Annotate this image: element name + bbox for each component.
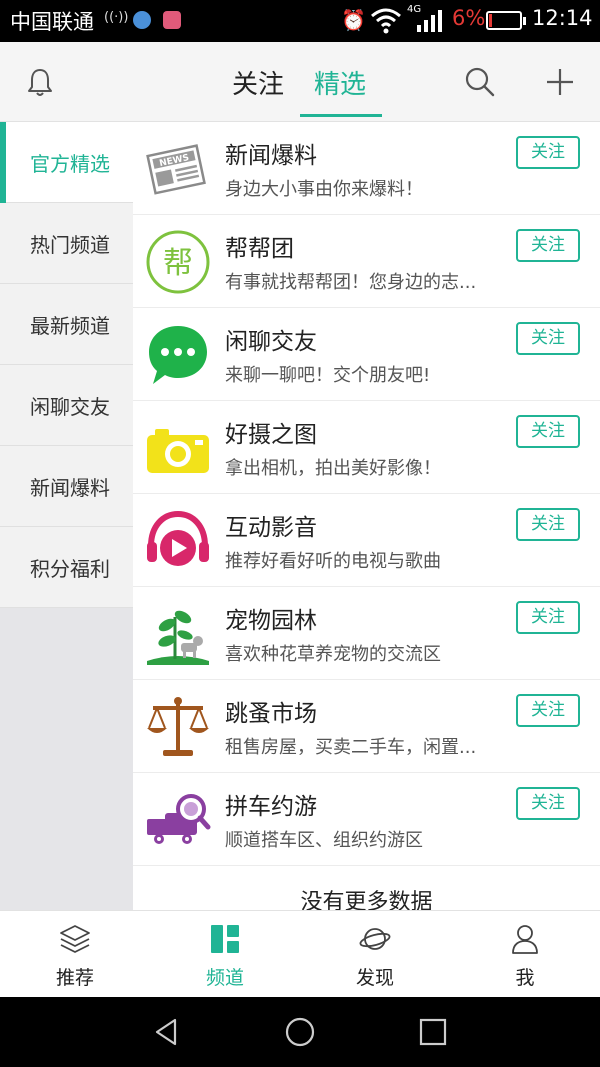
sidebar-item-label: 闲聊交友	[30, 395, 110, 419]
battery-icon	[486, 11, 526, 30]
app-notification-icon	[133, 11, 151, 29]
channel-description: 租售房屋，买卖二手车，闲置...	[225, 737, 477, 758]
list-item[interactable]: 拼车约游 顺道搭车区、组织约游区 关注	[133, 773, 600, 866]
nav-label: 我	[515, 967, 535, 989]
sidebar-item-label: 热门频道	[30, 233, 110, 257]
list-item[interactable]: 互动影音 推荐好看好听的电视与歌曲 关注	[133, 494, 600, 587]
nav-recommend[interactable]: 推荐	[0, 911, 150, 998]
list-item[interactable]: 好摄之图 拿出相机，拍出美好影像！ 关注	[133, 401, 600, 494]
layers-icon	[60, 925, 90, 953]
clock: 12:14	[532, 6, 593, 30]
list-end-message: 没有更多数据	[300, 890, 433, 910]
channel-title: 好摄之图	[225, 422, 317, 448]
channel-title: 闲聊交友	[225, 329, 317, 355]
bell-icon[interactable]	[24, 66, 56, 98]
channel-description: 推荐好看好听的电视与歌曲	[225, 551, 441, 572]
help-group-icon: 帮	[146, 230, 210, 294]
camera-icon	[147, 429, 209, 473]
list-item[interactable]: 帮 帮帮团 有事就找帮帮团！您身边的志... 关注	[133, 215, 600, 308]
truck-search-icon	[147, 794, 211, 844]
follow-button[interactable]: 关注	[516, 322, 580, 355]
alarm-icon: ⏰	[341, 8, 366, 32]
list-item[interactable]: 宠物园林 喜欢种花草养宠物的交流区 关注	[133, 587, 600, 680]
category-sidebar: 官方精选 热门频道 最新频道 闲聊交友 新闻爆料 积分福利	[0, 122, 133, 910]
channel-description: 喜欢种花草养宠物的交流区	[225, 644, 441, 665]
follow-button[interactable]: 关注	[516, 694, 580, 727]
headphones-play-icon	[147, 510, 209, 566]
nav-discover[interactable]: 发现	[300, 911, 450, 998]
plant-pet-icon	[147, 610, 209, 665]
top-header: 关注 精选	[0, 42, 600, 122]
list-item[interactable]: 闲聊交友 来聊一聊吧！交个朋友吧! 关注	[133, 308, 600, 401]
channel-title: 新闻爆料	[225, 143, 317, 169]
channel-title: 拼车约游	[225, 794, 317, 820]
channel-description: 拿出相机，拍出美好影像！	[225, 458, 441, 479]
person-icon	[512, 925, 538, 954]
sidebar-item-label: 积分福利	[30, 557, 110, 581]
channel-title: 宠物园林	[225, 608, 317, 634]
search-icon[interactable]	[464, 66, 496, 98]
grid-icon	[211, 925, 239, 953]
list-item[interactable]: 跳蚤市场 租售房屋，买卖二手车，闲置... 关注	[133, 680, 600, 773]
channel-description: 身边大小事由你来爆料！	[225, 179, 423, 200]
list-item[interactable]: NEWS 新闻爆料 身边大小事由你来爆料！ 关注	[133, 122, 600, 215]
channel-description: 顺道搭车区、组织约游区	[225, 830, 423, 851]
scale-icon	[147, 697, 209, 756]
bottom-nav: 推荐 频道 发现 我	[0, 910, 600, 997]
follow-button[interactable]: 关注	[516, 136, 580, 169]
system-nav-bar	[0, 997, 600, 1067]
recents-icon[interactable]	[417, 1016, 449, 1048]
channel-description: 有事就找帮帮团！您身边的志...	[225, 272, 477, 293]
active-tab-indicator	[300, 114, 382, 117]
follow-button[interactable]: 关注	[516, 229, 580, 262]
channel-title: 帮帮团	[225, 236, 294, 262]
tab-follow[interactable]: 关注	[232, 64, 284, 101]
back-icon[interactable]	[151, 1016, 183, 1048]
tab-featured[interactable]: 精选	[314, 64, 366, 101]
sidebar-item-label: 新闻爆料	[30, 476, 110, 500]
wifi-icon	[371, 8, 401, 34]
home-icon[interactable]	[284, 1016, 316, 1048]
newspaper-icon: NEWS	[146, 144, 206, 195]
status-bar: 中国联通 ((·)) ⏰ 4G 6% 12:14	[0, 0, 600, 42]
channel-title: 跳蚤市场	[225, 701, 317, 727]
app-notification-icon	[163, 11, 181, 29]
nav-label: 发现	[355, 967, 394, 989]
sidebar-item-news[interactable]: 新闻爆料	[0, 446, 133, 527]
plus-icon[interactable]	[544, 66, 576, 98]
channel-description: 来聊一聊吧！交个朋友吧!	[225, 365, 431, 386]
carrier-name: 中国联通	[10, 10, 94, 34]
cell-signal-icon	[417, 10, 442, 32]
nav-label: 频道	[205, 967, 244, 989]
svg-text:帮: 帮	[163, 246, 193, 281]
chat-bubble-icon	[149, 326, 207, 384]
nav-channels[interactable]: 频道	[150, 911, 300, 998]
follow-button[interactable]: 关注	[516, 601, 580, 634]
channel-list: NEWS 新闻爆料 身边大小事由你来爆料！ 关注 帮 帮帮团 有事就找帮帮团！您…	[133, 122, 600, 910]
nav-me[interactable]: 我	[450, 911, 600, 998]
planet-icon	[359, 928, 391, 950]
sidebar-item-points[interactable]: 积分福利	[0, 527, 133, 608]
sidebar-item-label: 最新频道	[30, 314, 110, 338]
battery-percent: 6%	[452, 6, 486, 30]
sidebar-item-hot-channels[interactable]: 热门频道	[0, 203, 133, 284]
nav-label: 推荐	[55, 967, 94, 989]
follow-button[interactable]: 关注	[516, 787, 580, 820]
follow-button[interactable]: 关注	[516, 508, 580, 541]
follow-button[interactable]: 关注	[516, 415, 580, 448]
sidebar-item-official-picks[interactable]: 官方精选	[0, 122, 133, 203]
sidebar-item-label: 官方精选	[30, 152, 110, 176]
sidebar-item-new-channels[interactable]: 最新频道	[0, 284, 133, 365]
sidebar-item-chat[interactable]: 闲聊交友	[0, 365, 133, 446]
signal-small-icon: ((·))	[104, 10, 129, 25]
channel-title: 互动影音	[225, 515, 317, 541]
